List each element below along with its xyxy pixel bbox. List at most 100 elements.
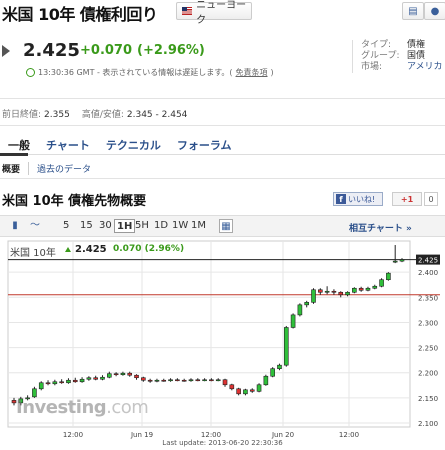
timeframe-1m[interactable]: 1M	[189, 219, 208, 233]
meta-market-row: 市場: アメリカ	[361, 62, 443, 73]
price-change: +0.070	[80, 43, 133, 58]
y-tick-label: 2.425	[418, 257, 438, 265]
y-tick-label: 2.150	[418, 395, 438, 403]
gplus-count: 0	[424, 192, 438, 206]
candle-body	[134, 374, 139, 379]
candle-body	[249, 389, 255, 392]
candle-body	[45, 382, 51, 385]
tab-general[interactable]: 一般	[0, 137, 38, 153]
price-change-percent: (+2.96%)	[137, 43, 205, 58]
subtab-history[interactable]: 過去のデータ	[37, 162, 91, 175]
watermark-suffix: .com	[106, 397, 149, 418]
candle-body	[72, 379, 78, 383]
chart-instrument-name: 米国 10年	[10, 248, 56, 259]
candle-body	[345, 291, 350, 296]
divider	[0, 125, 445, 126]
sub-tabs: 概要 過去のデータ	[2, 162, 91, 175]
facebook-icon: f	[336, 194, 346, 204]
candle-body	[66, 379, 71, 384]
disclaimer-link[interactable]: 免責条項	[236, 67, 268, 78]
x-tick-label: Jun 20	[271, 431, 294, 439]
market-link[interactable]: アメリカ	[407, 62, 443, 73]
delay-note-end: )	[270, 68, 274, 77]
timeframe-30[interactable]: 30	[97, 219, 114, 233]
candle-body	[331, 290, 337, 293]
candle-body	[222, 379, 228, 386]
chart-price: 2.425	[75, 244, 107, 255]
gplus-button[interactable]: +1	[392, 192, 422, 206]
candle-body	[318, 289, 323, 293]
candle-body	[100, 376, 105, 380]
profile-button[interactable]: ●	[424, 2, 445, 20]
meta-key: グループ:	[361, 51, 400, 61]
candle-body	[188, 379, 194, 382]
timeframe-1d[interactable]: 1D	[152, 219, 170, 233]
candle-body	[154, 379, 160, 382]
section-title: 米国 10年 債権先物概要	[2, 194, 147, 209]
calendar-icon[interactable]: ▦	[219, 219, 233, 233]
x-tick-label: Jun 19	[130, 431, 153, 439]
tab-technical[interactable]: テクニカル	[98, 137, 169, 153]
candle-body	[290, 314, 296, 328]
tab-forum[interactable]: フォーラム	[169, 137, 240, 153]
candle-body	[236, 388, 241, 395]
high-low-label: 高値/安値:	[81, 110, 124, 120]
prev-close-value: 2.355	[44, 110, 70, 120]
line-chart-icon[interactable]: 〜	[28, 219, 42, 233]
facebook-like-button[interactable]: f いいね!	[333, 192, 383, 206]
candle-body	[127, 372, 133, 376]
instrument-meta: タイプ: 債権 グループ: 国債 市場: アメリカ	[352, 40, 443, 73]
folder-plus-icon: ▤	[408, 5, 418, 17]
subtab-overview[interactable]: 概要	[2, 162, 30, 175]
candle-body	[59, 381, 64, 384]
candle-body	[175, 379, 180, 382]
meta-value: 国債	[407, 51, 426, 61]
candlestick-chart-icon[interactable]: ▮	[8, 219, 22, 233]
prev-close: 前日終値: 2.355	[2, 107, 70, 120]
candle-body	[93, 377, 98, 380]
candle-body	[120, 372, 126, 376]
candle-body	[215, 379, 221, 382]
region-select-button[interactable]: ニューヨーク	[176, 0, 252, 26]
x-tick-label: 12:00	[201, 431, 221, 439]
mutual-chart-link[interactable]: 相互チャート »	[349, 221, 412, 234]
candle-body	[79, 378, 85, 383]
tab-chart[interactable]: チャート	[38, 137, 98, 153]
tab-baseline	[0, 154, 445, 155]
candle-body	[52, 381, 58, 385]
candle-body	[386, 272, 391, 281]
meta-key: 市場:	[361, 62, 383, 72]
candle-body	[113, 373, 119, 376]
y-tick-label: 2.300	[418, 319, 438, 327]
timeframe-5h[interactable]: 5H	[133, 219, 151, 233]
candle-body	[263, 375, 269, 386]
meta-type-row: タイプ: 債権	[361, 40, 443, 51]
candle-body	[304, 302, 310, 306]
candle-body	[358, 287, 364, 291]
candle-body	[283, 327, 289, 366]
candle-body	[270, 368, 275, 377]
candle-body	[141, 377, 146, 381]
us-flag-icon	[182, 7, 193, 15]
up-triangle-icon	[65, 247, 71, 252]
candle-body	[168, 379, 173, 382]
timeframe-15[interactable]: 15	[78, 219, 95, 233]
high-low-value: 2.345 - 2.454	[126, 110, 188, 120]
add-portfolio-button[interactable]: ▤	[402, 2, 424, 20]
timeframe-5[interactable]: 5	[61, 219, 71, 233]
x-tick-label: 12:00	[63, 431, 83, 439]
quote-time-note: 13:30:36 GMT - 表示されている情報は遅延します。(免責条項)	[26, 67, 274, 78]
candle-body	[392, 260, 398, 263]
high-low: 高値/安値: 2.345 - 2.454	[82, 107, 188, 120]
investing-watermark-logo: Investing.com	[16, 397, 149, 418]
candle-body	[147, 379, 153, 382]
candle-body	[352, 287, 357, 293]
candle-body	[202, 379, 207, 382]
prev-close-label: 前日終値:	[2, 110, 42, 120]
candle-body	[311, 289, 316, 303]
candle-body	[195, 379, 201, 382]
candle-body	[229, 384, 235, 390]
meta-group-row: グループ: 国債	[361, 51, 443, 62]
price-chart[interactable]: 2.425 2.400 2.350 2.300 2.250 2.200 2.150 2.100…	[6, 239, 445, 450]
timeframe-1w[interactable]: 1W	[170, 219, 190, 233]
